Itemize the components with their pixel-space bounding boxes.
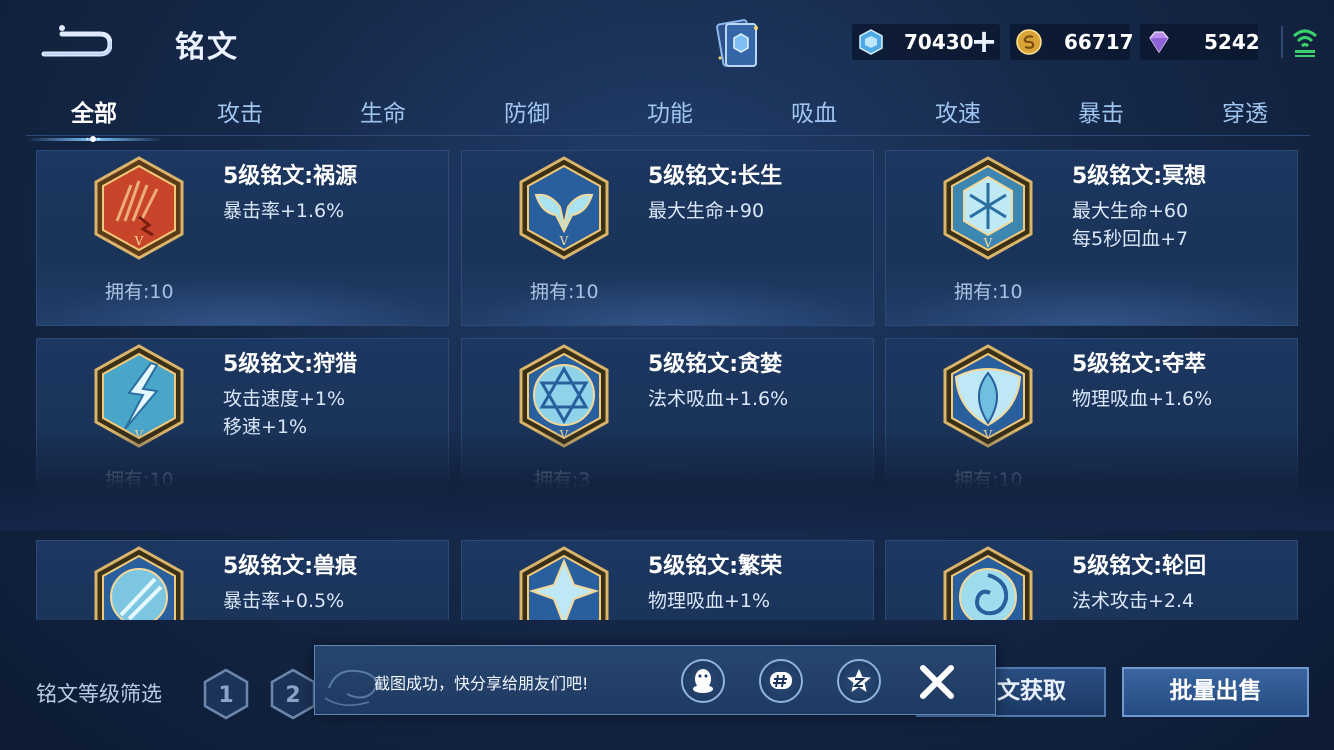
screenshot-share-toast: 截图成功，快分享给朋友们吧! [314,645,996,715]
rune-book-icon [716,19,758,67]
rune-stat: 暴击率+1.6% [223,200,345,222]
rune-card[interactable]: 5级铭文:兽痕 暴击率+0.5% [36,540,449,620]
toast-close-button[interactable] [915,660,959,704]
gold-coin-icon [1016,29,1042,55]
tab-attack-speed[interactable]: 攻速 [890,94,1026,128]
rune-card[interactable]: V 5级铭文:长生 最大生命+90 拥有:10 [461,150,874,326]
rune-stat: 最大生命+90 [648,200,765,222]
tab-lifesteal[interactable]: 吸血 [746,94,882,128]
rune-name: 5级铭文:祸源 [223,164,358,189]
svg-text:V: V [983,236,993,250]
wifi-signal-icon [1292,29,1318,57]
svg-text:V: V [559,234,569,248]
rune-stat: 物理吸血+1.6% [1072,388,1213,410]
close-icon [920,665,954,699]
back-arrow-icon [41,25,113,57]
tab-attack[interactable]: 攻击 [172,94,308,128]
rune-stat: 物理吸血+1% [648,590,771,612]
rune-name: 5级铭文:轮回 [1072,554,1207,579]
rune-card[interactable]: V 5级铭文:狩猎 攻击速度+1% 移速+1% 拥有:10 [36,338,449,514]
rune-stat: 法术吸血+1.6% [648,388,789,410]
level-filter-1[interactable]: 1 [203,668,249,720]
rune-huoyuan-icon: V [94,156,184,260]
rune-name: 5级铭文:兽痕 [223,554,358,579]
rune-name: 5级铭文:贪婪 [648,352,783,377]
rune-owned-count: 拥有:10 [530,281,599,303]
rune-changsheng-icon: V [519,156,609,260]
rune-stat: 攻击速度+1% [223,388,346,410]
rune-book-button[interactable] [712,18,764,70]
rune-card[interactable]: V 5级铭文:祸源 暴击率+1.6% 拥有:10 [36,150,449,326]
hashtag-icon [770,672,792,689]
coupon-balance: 70430 + [852,24,1000,60]
svg-text:V: V [134,234,144,248]
category-tabs: 全部 攻击 生命 防御 功能 吸血 攻速 暴击 穿透 [26,86,1313,142]
rune-stat: 法术攻击+2.4 [1072,590,1195,612]
rune-shouhen-icon [94,546,184,620]
rune-card[interactable]: V 5级铭文:冥想 最大生命+60 每5秒回血+7 拥有:10 [885,150,1298,326]
rune-shoulie-icon: V [94,344,184,448]
svg-text:2: 2 [285,683,300,708]
svg-text:V: V [983,428,993,442]
rune-name: 5级铭文:冥想 [1072,164,1207,189]
rune-stat: 暴击率+0.5% [223,590,345,612]
tab-indicator-icon [86,136,100,142]
coupon-icon [859,29,883,55]
share-qzone-button[interactable] [837,659,881,703]
level-filter-label: 铭文等级筛选 [36,682,162,706]
tab-defense[interactable]: 防御 [459,94,595,128]
rune-card[interactable]: V 5级铭文:贪婪 法术吸血+1.6% 拥有:3 [461,338,874,514]
svg-text:1: 1 [218,683,233,708]
tab-critical[interactable]: 暴击 [1033,94,1169,128]
rune-owned-count: 拥有:10 [105,281,174,303]
diamond-amount: 5242 [1204,30,1260,54]
rune-owned-count: 拥有:10 [105,469,174,491]
page-title: 铭文 [175,30,239,65]
rune-stat: 最大生命+60 [1072,200,1189,222]
tab-penetration[interactable]: 穿透 [1177,94,1313,128]
svg-text:V: V [134,428,144,442]
svg-text:V: V [559,428,569,442]
gold-amount: 66717 [1064,30,1134,54]
rune-duocui-icon: V [943,344,1033,448]
batch-sell-button[interactable]: 批量出售 [1122,667,1309,717]
diamond-balance: 5242 [1140,24,1260,60]
rune-tanlan-icon: V [519,344,609,448]
share-moments-button[interactable] [759,659,803,703]
rune-grid: V 5级铭文:祸源 暴击率+1.6% 拥有:10 V 5级铭文:长生 最大生命+… [36,150,1300,620]
rune-fanrong-icon [519,546,609,620]
level-filter-2[interactable]: 2 [270,668,316,720]
rune-name: 5级铭文:长生 [648,164,783,189]
rune-stat: 每5秒回血+7 [1072,228,1189,250]
back-button[interactable] [40,20,113,60]
qq-penguin-icon [693,669,713,693]
header: 铭文 70430 + 66717 5242 [0,0,1334,86]
add-coupon-button[interactable]: + [970,25,998,57]
diamond-icon [1149,31,1169,54]
rune-owned-count: 拥有:10 [954,281,1023,303]
qzone-star-icon [847,669,871,692]
toast-message: 截图成功，快分享给朋友们吧! [374,674,589,693]
header-divider [1281,26,1283,58]
share-qq-button[interactable] [681,659,725,703]
rune-name: 5级铭文:狩猎 [223,352,358,377]
rune-stat: 移速+1% [223,416,308,438]
rune-lunhui-icon [943,546,1033,620]
rune-owned-count: 拥有:10 [954,469,1023,491]
gold-balance: 66717 [1010,24,1134,60]
rune-mingxiang-icon: V [943,156,1033,260]
rune-name: 5级铭文:繁荣 [648,554,783,579]
rune-card[interactable]: 5级铭文:繁荣 物理吸血+1% [461,540,874,620]
tab-function[interactable]: 功能 [602,94,738,128]
rune-owned-count: 拥有:3 [534,469,591,491]
tab-health[interactable]: 生命 [315,94,451,128]
tab-all[interactable]: 全部 [26,94,162,142]
rune-name: 5级铭文:夺萃 [1072,352,1207,377]
coupon-amount: 70430 [904,30,974,54]
rune-card[interactable]: V 5级铭文:夺萃 物理吸血+1.6% 拥有:10 [885,338,1298,514]
rune-card[interactable]: 5级铭文:轮回 法术攻击+2.4 [885,540,1298,620]
